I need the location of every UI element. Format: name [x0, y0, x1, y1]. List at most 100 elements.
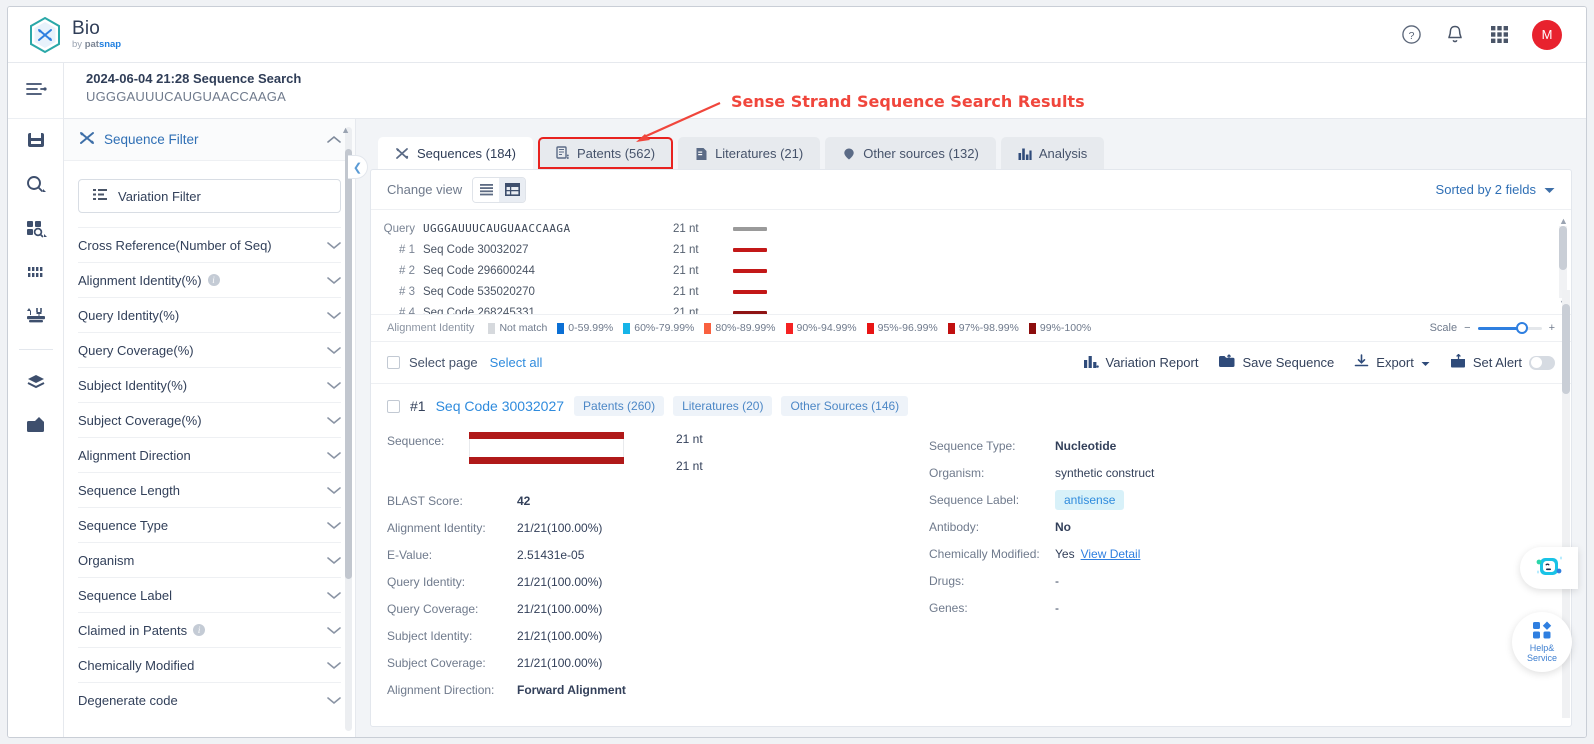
alignment-row[interactable]: # 4 Seq Code 268245331 21 nt: [371, 302, 1571, 314]
filter-row[interactable]: Organism: [78, 542, 341, 577]
tab-label: Sequences (184): [417, 146, 517, 161]
legend-swatch: [488, 322, 496, 334]
scale-plus-button[interactable]: +: [1549, 322, 1555, 334]
alignment-row[interactable]: # 3 Seq Code 535020270 21 nt: [371, 281, 1571, 302]
result-title-link[interactable]: Seq Code 30032027: [436, 398, 564, 414]
alignment-row[interactable]: # 2 Seq Code 296600244 21 nt: [371, 260, 1571, 281]
variation-filter-button[interactable]: Variation Filter: [78, 179, 341, 213]
tab-label: Patents (562): [577, 145, 656, 161]
select-page-label[interactable]: Select page: [409, 355, 478, 370]
filter-row-label: Sequence Type: [78, 517, 169, 533]
result-pill[interactable]: Other Sources (146): [781, 396, 909, 416]
filter-row[interactable]: Subject Identity(%): [78, 367, 341, 402]
filter-row[interactable]: Sequence Length: [78, 472, 341, 507]
detail-field-key: Alignment Direction:: [387, 682, 495, 697]
sidebar-scrollbar-thumb[interactable]: [345, 149, 352, 579]
chevron-down-icon: [327, 448, 341, 463]
sequence-filter-header[interactable]: Sequence Filter: [64, 119, 355, 161]
legend-item: 90%-94.99%: [785, 322, 857, 334]
sequence-bar-gap: [469, 439, 624, 457]
filter-row-label: Query Identity(%): [78, 307, 180, 323]
apps-grid-icon[interactable]: [1488, 24, 1510, 46]
detail-field-value: Forward Alignment: [517, 682, 626, 697]
alignment-row-name: UGGGAUUUCAUGUAACCAAGA: [423, 222, 571, 235]
chevron-up-icon[interactable]: [327, 132, 341, 147]
legend-swatch: [704, 322, 712, 334]
select-all-link[interactable]: Select all: [490, 355, 543, 370]
legend-swatch: [785, 322, 793, 334]
brand-logo-group[interactable]: Bio by patsnap: [28, 16, 121, 54]
scale-slider[interactable]: [1477, 321, 1542, 335]
help-service-button[interactable]: Help& Service: [1512, 612, 1572, 672]
avatar[interactable]: M: [1532, 19, 1562, 50]
save-sequence-button[interactable]: Save Sequence: [1218, 354, 1334, 371]
rail-item-upload[interactable]: [8, 404, 64, 448]
result-index: #1: [410, 398, 426, 414]
filter-row[interactable]: Sequence Label: [78, 577, 341, 612]
rail-item-layers[interactable]: [8, 360, 64, 404]
svg-text:?: ?: [1408, 30, 1414, 42]
filter-row[interactable]: Query Coverage(%): [78, 332, 341, 367]
tab-analysis[interactable]: Analysis: [1000, 137, 1105, 169]
export-button[interactable]: Export: [1354, 354, 1430, 371]
filter-row[interactable]: Claimed in Patents i: [78, 612, 341, 647]
bell-icon[interactable]: [1444, 24, 1466, 46]
filter-row[interactable]: Alignment Direction: [78, 437, 341, 472]
detail-field-key: Query Coverage:: [387, 601, 479, 616]
legend-label: Not match: [499, 322, 548, 334]
scale-slider-knob[interactable]: [1515, 322, 1528, 334]
alignment-row[interactable]: Query UGGGAUUUCAUGUAACCAAGA 21 nt: [371, 218, 1571, 239]
detail-field-value: Nucleotide: [1055, 438, 1117, 453]
chevron-down-icon: [327, 658, 341, 673]
question-circle-icon[interactable]: ?: [1400, 24, 1422, 46]
alignment-row-index: # 3: [399, 285, 415, 298]
filter-row[interactable]: Degenerate code: [78, 682, 341, 717]
result-pill[interactable]: Patents (260): [574, 396, 665, 416]
list-view-icon[interactable]: [473, 177, 500, 202]
alignment-row-bar: [733, 310, 767, 314]
info-icon[interactable]: i: [193, 624, 206, 636]
select-page-checkbox[interactable]: [387, 356, 400, 369]
chevron-down-icon: [1544, 182, 1555, 197]
filter-row[interactable]: Query Identity(%): [78, 297, 341, 332]
variation-filter-label: Variation Filter: [118, 188, 201, 204]
rail-item-search[interactable]: [8, 163, 64, 207]
detail-field-value: Yes: [1055, 546, 1075, 561]
variation-report-button[interactable]: Variation Report: [1083, 354, 1198, 371]
filter-row[interactable]: Chemically Modified: [78, 647, 341, 682]
info-icon[interactable]: i: [207, 274, 220, 286]
chevron-down-icon: [327, 588, 341, 603]
legend-label: 97%-98.99%: [958, 322, 1019, 334]
tab-sequences[interactable]: Sequences (184): [378, 137, 534, 169]
filter-row[interactable]: Alignment Identity(%) i: [78, 262, 341, 297]
tab-other[interactable]: Other sources (132): [825, 137, 996, 169]
rail-item-collapse[interactable]: [8, 63, 63, 119]
sequence-icon: [395, 147, 410, 160]
legend-item: 99%-100%: [1028, 322, 1091, 334]
tab-label: Literatures (21): [715, 146, 804, 161]
rail-item-save[interactable]: [8, 119, 64, 163]
search-icon: [25, 174, 47, 197]
filter-row[interactable]: Sequence Type: [78, 507, 341, 542]
chevron-down-icon: [327, 483, 341, 498]
result-pill[interactable]: Literatures (20): [673, 396, 773, 416]
table-view-icon[interactable]: [499, 177, 526, 202]
tab-patents[interactable]: Patents (562): [538, 137, 674, 169]
tab-literatures[interactable]: Literatures (21): [678, 137, 821, 169]
set-alert-toggle[interactable]: [1529, 355, 1555, 370]
rail-item-grid-search[interactable]: [8, 207, 64, 251]
scale-minus-button[interactable]: −: [1464, 322, 1470, 334]
result-checkbox[interactable]: [387, 399, 400, 413]
alignment-row-index: # 2: [399, 264, 415, 277]
application-window: Bio by patsnap ? M 2024-06-04 21:28 Sequ…: [7, 6, 1587, 738]
filter-row[interactable]: Cross Reference(Number of Seq): [78, 227, 341, 262]
assistant-launcher-button[interactable]: [1520, 547, 1578, 589]
set-alert-button[interactable]: Set Alert: [1450, 353, 1555, 371]
chevron-down-icon: [327, 518, 341, 533]
alignment-row[interactable]: # 1 Seq Code 30032027 21 nt: [371, 239, 1571, 260]
sort-selector[interactable]: Sorted by 2 fields: [1436, 182, 1555, 197]
view-detail-link[interactable]: View Detail: [1081, 547, 1141, 561]
filter-row[interactable]: Subject Coverage(%): [78, 402, 341, 437]
rail-item-columns[interactable]: [8, 251, 64, 295]
rail-item-tools[interactable]: [8, 295, 64, 339]
